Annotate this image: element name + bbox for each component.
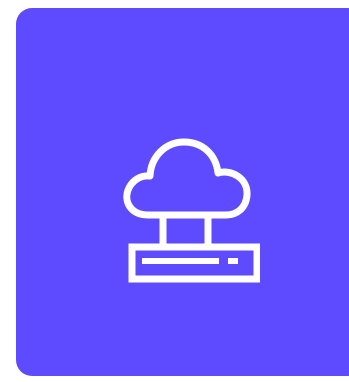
- cloud-shape: [123, 138, 251, 219]
- server-slot: [142, 258, 219, 264]
- cloud-server-tile[interactable]: [16, 8, 349, 376]
- cloud-server-icon: [110, 124, 260, 284]
- server-indicator: [228, 258, 238, 264]
